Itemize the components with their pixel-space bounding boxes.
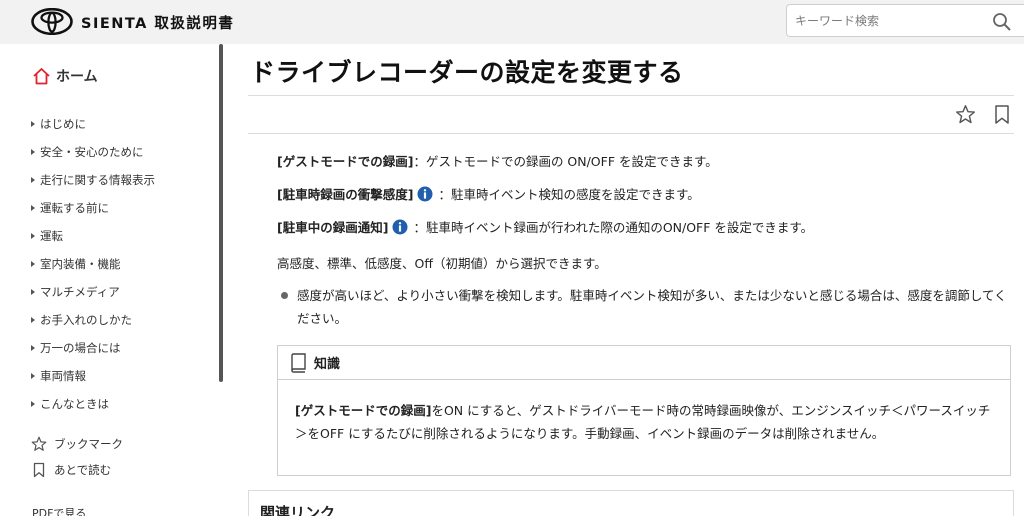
page-title: ドライブレコーダーの設定を変更する <box>250 58 684 87</box>
sidebar-item-driving-info[interactable]: 走行に関する情報表示 <box>31 166 211 194</box>
search-icon[interactable] <box>992 12 1012 32</box>
sidebar-item-label: 車両情報 <box>40 369 86 383</box>
sidebar-item-label: 室内装備・機能 <box>40 257 121 271</box>
read-later-label: あとで読む <box>54 463 112 477</box>
book-icon <box>291 352 306 373</box>
read-later-link[interactable]: あとで読む <box>31 459 111 481</box>
sidebar-scrollbar[interactable] <box>219 44 223 382</box>
setting-name: [駐車時録画の衝撃感度] <box>277 187 414 202</box>
caret-right-icon <box>31 233 35 239</box>
sidebar-item-label: 運転 <box>40 229 63 243</box>
sidebar-item-label: 運転する前に <box>40 201 109 215</box>
sidebar-item-before-driving[interactable]: 運転する前に <box>31 194 211 222</box>
setting-parking-notification: [駐車中の録画通知] ：駐車時イベント録画が行われた際の通知のON/OFF を設… <box>277 217 813 236</box>
setting-name: [駐車中の録画通知] <box>277 220 389 235</box>
setting-description: ：駐車時イベント検知の感度を設定できます。 <box>438 187 700 202</box>
related-links-box: 関連リンク <box>248 490 1014 516</box>
knowledge-header: 知識 <box>278 346 1010 380</box>
title-divider <box>248 95 1014 96</box>
sidebar-item-label: はじめに <box>40 117 86 131</box>
home-label: ホーム <box>56 69 98 85</box>
knowledge-term: [ゲストモードでの録画] <box>295 403 432 418</box>
caret-right-icon <box>31 149 35 155</box>
sidebar-item-label: こんなときは <box>40 397 109 411</box>
sidebar-item-label: 走行に関する情報表示 <box>40 173 155 187</box>
caret-right-icon <box>31 373 35 379</box>
search-input[interactable] <box>795 10 985 32</box>
add-bookmark-star-icon[interactable] <box>955 104 976 125</box>
caret-right-icon <box>31 401 35 407</box>
knowledge-box: 知識 [ゲストモードでの録画]をON にすると、ゲストドライバーモード時の常時録… <box>277 345 1011 476</box>
related-links-heading: 関連リンク <box>260 504 336 516</box>
setting-impact-sensitivity: [駐車時録画の衝撃感度] ：駐車時イベント検知の感度を設定できます。 <box>277 184 700 203</box>
caret-right-icon <box>31 261 35 267</box>
top-header: SIENTA 取扱説明書 <box>0 0 1024 44</box>
info-icon[interactable] <box>417 186 433 202</box>
toolbar-divider <box>248 133 1014 134</box>
sidebar-item-emergency[interactable]: 万一の場合には <box>31 334 211 362</box>
caret-right-icon <box>31 317 35 323</box>
home-icon <box>33 68 50 85</box>
sidebar-item-label: 万一の場合には <box>40 341 121 355</box>
toyota-logo-icon[interactable] <box>31 8 73 35</box>
bookmark-link[interactable]: ブックマーク <box>31 433 123 455</box>
bullet-note: 感度が高いほど、より小さい衝撃を検知します。駐車時イベント検知が多い、または少な… <box>281 284 1015 330</box>
sidebar-item-safety[interactable]: 安全・安心のために <box>31 138 211 166</box>
sidebar-item-hajimeni[interactable]: はじめに <box>31 110 211 138</box>
knowledge-body: [ゲストモードでの録画]をON にすると、ゲストドライバーモード時の常時録画映像… <box>295 399 1001 445</box>
sidebar-item-label: マルチメディア <box>40 285 120 299</box>
sidebar-item-driving[interactable]: 運転 <box>31 222 211 250</box>
bullet-dot-icon <box>281 292 288 299</box>
pdf-link[interactable]: PDFで見る <box>32 505 86 516</box>
caret-right-icon <box>31 345 35 351</box>
sidebar-item-label: 安全・安心のために <box>40 145 144 159</box>
caret-right-icon <box>31 177 35 183</box>
sidebar-item-maintenance[interactable]: お手入れのしかた <box>31 306 211 334</box>
search-box <box>786 4 1024 37</box>
setting-description: ：駐車時イベント録画が行われた際の通知のON/OFF を設定できます。 <box>413 220 814 235</box>
bullet-text: 感度が高いほど、より小さい衝撃を検知します。駐車時イベント検知が多い、または少な… <box>297 288 1007 326</box>
bookmark-ribbon-icon <box>33 462 45 478</box>
sidebar-item-troubleshooting[interactable]: こんなときは <box>31 390 211 418</box>
sidebar-item-vehicle-info[interactable]: 車両情報 <box>31 362 211 390</box>
sidebar-item-interior[interactable]: 室内装備・機能 <box>31 250 211 278</box>
setting-description: ：ゲストモードでの録画の ON/OFF を設定できます。 <box>413 154 718 169</box>
bookmark-label: ブックマーク <box>54 437 123 451</box>
home-link[interactable]: ホーム <box>32 65 98 87</box>
sidebar-item-label: お手入れのしかた <box>40 313 132 327</box>
knowledge-heading: 知識 <box>314 357 341 372</box>
setting-name: [ゲストモードでの録画] <box>277 154 414 169</box>
setting-guest-mode: [ゲストモードでの録画] ：ゲストモードでの録画の ON/OFF を設定できます… <box>277 151 718 170</box>
sidebar-item-multimedia[interactable]: マルチメディア <box>31 278 211 306</box>
read-later-ribbon-icon[interactable] <box>993 104 1011 125</box>
brand-title: SIENTA 取扱説明書 <box>81 16 235 32</box>
star-outline-icon <box>31 436 47 451</box>
sidebar-nav: はじめに 安全・安心のために 走行に関する情報表示 運転する前に 運転 室内装備… <box>31 110 211 418</box>
caret-right-icon <box>31 205 35 211</box>
options-line: 高感度、標準、低感度、Off（初期値）から選択できます。 <box>277 256 607 271</box>
caret-right-icon <box>31 121 35 127</box>
info-icon[interactable] <box>392 219 408 235</box>
caret-right-icon <box>31 289 35 295</box>
